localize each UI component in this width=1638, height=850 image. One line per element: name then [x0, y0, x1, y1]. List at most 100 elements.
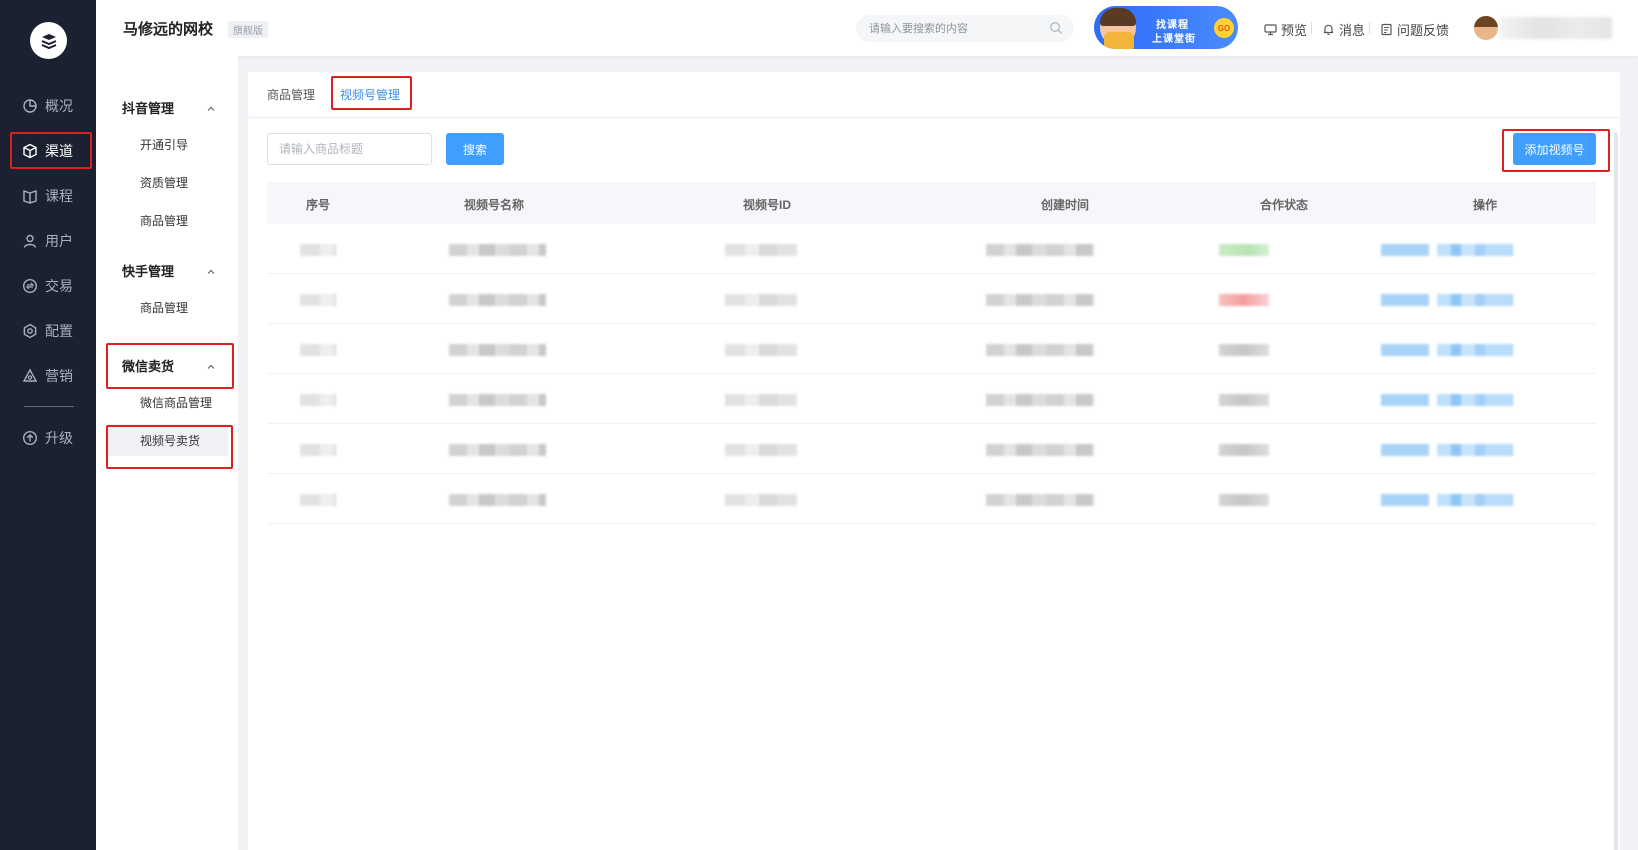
cell-channel-id-redacted	[725, 344, 797, 356]
feedback-link[interactable]: 问题反馈	[1380, 20, 1449, 39]
cell-created-time-redacted	[986, 444, 1094, 456]
feedback-icon	[1380, 23, 1393, 36]
nav-item-upgrade[interactable]: 升级	[0, 418, 96, 458]
cell-actions-redacted[interactable]	[1381, 394, 1513, 406]
preview-link[interactable]: 预览	[1264, 20, 1307, 39]
cell-created-time-redacted	[986, 344, 1094, 356]
tab-bar: 商品管理 视频号管理	[248, 72, 1620, 118]
cube-icon	[22, 143, 38, 159]
cell-created-time-redacted	[986, 244, 1094, 256]
submenu-group-wechat[interactable]: 微信卖货	[96, 348, 238, 382]
product-title-input[interactable]	[267, 133, 432, 165]
nav-item-trade[interactable]: 交易	[0, 266, 96, 306]
main-sidebar: 概况 渠道 课程 用户 交易 配置 营销 升级	[0, 0, 96, 850]
nav-item-user[interactable]: 用户	[0, 221, 96, 261]
cell-actions-redacted[interactable]	[1381, 294, 1513, 306]
submenu-group-title: 抖音管理	[122, 100, 175, 116]
nav-item-config[interactable]: 配置	[0, 311, 96, 351]
search-button[interactable]: 搜索	[446, 133, 504, 165]
submenu-item-wechat-products[interactable]: 微信商品管理	[106, 386, 228, 418]
table-row	[267, 374, 1596, 424]
submenu-item-douyin-qualification[interactable]: 资质管理	[106, 166, 228, 198]
submenu-item-douyin-guide[interactable]: 开通引导	[106, 128, 228, 160]
search-icon[interactable]	[1049, 21, 1063, 35]
cell-channel-name-redacted	[449, 344, 546, 356]
nav-item-overview[interactable]: 概况	[0, 86, 96, 126]
school-logo-icon[interactable]	[30, 22, 67, 59]
column-header-actions: 操作	[1473, 198, 1498, 212]
nav-item-label: 课程	[45, 188, 73, 204]
table-row	[267, 274, 1596, 324]
cell-actions-redacted[interactable]	[1381, 494, 1513, 506]
cell-created-time-redacted	[986, 294, 1094, 306]
status-badge	[1219, 294, 1269, 306]
nav-item-marketing[interactable]: 营销	[0, 356, 96, 396]
status-badge	[1219, 244, 1269, 256]
channel-submenu: 抖音管理 开通引导 资质管理 商品管理 快手管理 商品管理 微信卖货 微信商品管…	[96, 56, 238, 850]
avatar[interactable]	[1474, 16, 1498, 40]
column-header-index: 序号	[306, 198, 331, 212]
submenu-group-douyin[interactable]: 抖音管理	[96, 90, 238, 124]
cell-actions-redacted[interactable]	[1381, 244, 1513, 256]
book-icon	[22, 188, 38, 204]
table-row	[267, 324, 1596, 374]
submenu-group-kuaishou[interactable]: 快手管理	[96, 253, 238, 287]
cell-index-redacted	[300, 344, 336, 356]
cell-channel-name-redacted	[449, 444, 546, 456]
nav-item-label: 用户	[45, 233, 73, 249]
cell-index-redacted	[300, 444, 336, 456]
cell-channel-id-redacted	[725, 444, 797, 456]
status-badge	[1219, 344, 1269, 356]
submenu-item-douyin-products[interactable]: 商品管理	[106, 204, 228, 236]
cell-channel-name-redacted	[449, 244, 546, 256]
nav-item-course[interactable]: 课程	[0, 176, 96, 216]
top-header: 马修远的网校 旗舰版 找课程 上课堂街 GO 预览 消息 问题反馈	[96, 0, 1638, 56]
cell-channel-name-redacted	[449, 494, 546, 506]
promo-go-badge: GO	[1214, 18, 1234, 38]
add-channel-button[interactable]: 添加视频号	[1513, 133, 1596, 165]
tab-product-management[interactable]: 商品管理	[267, 86, 315, 103]
settings-icon	[22, 323, 38, 339]
cell-actions-redacted[interactable]	[1381, 444, 1513, 456]
nav-item-label: 概况	[45, 98, 73, 114]
cell-channel-name-redacted	[449, 394, 546, 406]
marketing-icon	[22, 368, 38, 384]
user-icon	[22, 233, 38, 249]
status-badge	[1219, 444, 1269, 456]
nav-divider	[24, 406, 74, 407]
messages-label: 消息	[1339, 23, 1366, 38]
global-search-input[interactable]	[856, 15, 1036, 42]
global-search	[856, 15, 1074, 42]
promo-banner[interactable]: 找课程 上课堂街 GO	[1094, 6, 1238, 49]
promo-illustration-body	[1104, 32, 1134, 49]
cell-channel-id-redacted	[725, 394, 797, 406]
nav-item-channel[interactable]: 渠道	[0, 131, 96, 171]
tab-channels-management[interactable]: 视频号管理	[340, 86, 400, 103]
exchange-icon	[22, 278, 38, 294]
column-header-channel-name: 视频号名称	[464, 198, 525, 212]
submenu-item-kuaishou-products[interactable]: 商品管理	[106, 291, 228, 323]
feedback-label: 问题反馈	[1397, 23, 1450, 38]
submenu-item-channels-selling[interactable]: 视频号卖货	[106, 424, 228, 456]
cell-index-redacted	[300, 494, 336, 506]
preview-label: 预览	[1281, 23, 1308, 38]
cell-channel-name-redacted	[449, 294, 546, 306]
user-name-redacted[interactable]	[1500, 17, 1612, 39]
header-separator	[1311, 22, 1312, 34]
upgrade-icon	[22, 430, 38, 446]
nav-item-label: 渠道	[45, 143, 73, 159]
cell-channel-id-redacted	[725, 294, 797, 306]
table-row	[267, 424, 1596, 474]
table-row	[267, 474, 1596, 524]
cell-index-redacted	[300, 394, 336, 406]
cell-actions-redacted[interactable]	[1381, 344, 1513, 356]
cell-index-redacted	[300, 244, 336, 256]
scrollbar[interactable]	[1614, 132, 1618, 850]
messages-link[interactable]: 消息	[1322, 20, 1365, 39]
nav-item-label: 配置	[45, 323, 73, 339]
nav-item-label: 升级	[45, 430, 73, 446]
cell-channel-id-redacted	[725, 494, 797, 506]
chevron-up-icon	[206, 360, 216, 370]
submenu-group-title: 快手管理	[122, 263, 175, 279]
cell-channel-id-redacted	[725, 244, 797, 256]
